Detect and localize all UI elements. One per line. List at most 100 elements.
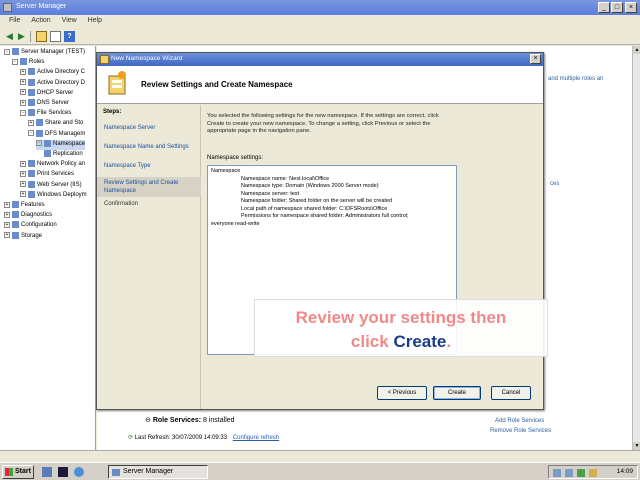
expand-icon[interactable]: + [20, 181, 26, 188]
clock[interactable]: 14:09 [617, 468, 633, 475]
expand-icon[interactable]: + [20, 79, 26, 86]
expand-icon[interactable]: + [4, 232, 10, 239]
tree-item[interactable]: + Share and Sto [28, 119, 83, 129]
start-button[interactable]: Start [2, 465, 34, 479]
callout-line-1: Review your settings then [295, 308, 507, 327]
tree-item[interactable]: Replication [36, 150, 83, 160]
tree-item[interactable]: + Print Services [20, 170, 74, 180]
tree-item[interactable]: - Namespace [36, 139, 86, 150]
network-tray-icon[interactable] [577, 469, 585, 477]
previous-button[interactable]: < Previous [377, 386, 427, 400]
roles-link-fragment[interactable]: ces [550, 181, 559, 187]
collapse-icon[interactable]: - [36, 140, 42, 147]
node-icon [36, 129, 43, 137]
expand-icon[interactable]: + [20, 99, 26, 106]
step-namespace-type[interactable]: Namespace Type [97, 163, 201, 169]
collapse-icon[interactable]: - [4, 48, 10, 55]
tree-item-label: Namespace [53, 140, 86, 147]
tree-item[interactable]: + Configuration [4, 221, 57, 231]
node-icon [20, 58, 27, 66]
add-role-services-link[interactable]: Add Role Services [495, 418, 544, 424]
tree-item-label: Roles [29, 59, 45, 66]
taskbar-server-manager[interactable]: Server Manager [108, 465, 208, 479]
collapse-icon[interactable]: - [20, 109, 26, 116]
expand-icon[interactable]: + [20, 191, 26, 198]
tree-item[interactable]: + Web Server (IIS) [20, 180, 82, 191]
create-button[interactable]: Create [433, 386, 481, 400]
expand-icon[interactable]: + [4, 201, 10, 208]
server-manager-quicklaunch-icon[interactable] [42, 467, 52, 477]
close-button[interactable]: × [625, 2, 637, 13]
configure-refresh-link[interactable]: Configure refresh [233, 435, 279, 441]
tree-item[interactable]: + Storage [4, 231, 43, 242]
step-namespace-name-settings[interactable]: Namespace Name and Settings [97, 144, 201, 150]
setting-line: Namespace name: \\test.local\Office [241, 175, 330, 182]
expand-icon[interactable]: + [20, 89, 26, 96]
collapse-icon[interactable]: - [28, 130, 34, 137]
expand-icon[interactable]: + [20, 160, 26, 167]
taskbar: Start Server Manager 14:09 [0, 462, 640, 480]
wizard-close-button[interactable]: × [530, 54, 541, 64]
node-icon [28, 109, 35, 117]
tree-item-label: Active Directory C [37, 69, 86, 76]
vertical-scrollbar[interactable]: ▲ ▼ [632, 46, 640, 450]
toolbar-separator [30, 31, 31, 42]
expand-icon[interactable]: + [4, 211, 10, 218]
tray-icon[interactable] [553, 469, 561, 477]
node-icon [12, 48, 19, 55]
tree-item[interactable]: + Windows Deploym [20, 190, 87, 201]
scroll-up-icon[interactable]: ▲ [633, 46, 640, 54]
collapse-icon[interactable]: - [12, 58, 18, 65]
last-refresh-text: Last Refresh: 30/07/2009 14:09:33 [134, 435, 228, 441]
windows-logo-icon [5, 468, 13, 476]
minimize-button[interactable]: _ [598, 2, 610, 13]
maximize-button[interactable]: □ [611, 2, 623, 13]
internet-explorer-quicklaunch-icon[interactable] [74, 467, 84, 477]
menu-help[interactable]: Help [79, 15, 102, 24]
node-icon [28, 170, 35, 178]
tree-item[interactable]: + Network Policy an [20, 160, 85, 170]
forward-icon[interactable]: ▶ [16, 31, 27, 42]
main-titlebar[interactable]: Server Manager _ □ × [0, 0, 640, 15]
tree-item[interactable]: + Diagnostics [4, 211, 52, 221]
tree-item[interactable]: + Active Directory D [20, 78, 85, 89]
menu-file[interactable]: File [0, 15, 20, 24]
up-folder-icon[interactable] [36, 31, 47, 42]
step-namespace-server[interactable]: Namespace Server [97, 125, 201, 131]
menu-view[interactable]: View [53, 15, 77, 24]
setting-line: Namespace server: test [241, 190, 300, 197]
tray-icon[interactable] [565, 469, 573, 477]
tutorial-callout: Review your settings then click Create. [254, 299, 548, 357]
powershell-quicklaunch-icon[interactable] [58, 467, 68, 477]
help-icon[interactable]: ? [64, 31, 75, 42]
tree-item[interactable]: - DFS Managem [28, 129, 85, 140]
collapse-icon[interactable]: ⊖ [145, 417, 153, 424]
scroll-down-icon[interactable]: ▼ [633, 442, 640, 450]
back-icon[interactable]: ◀ [4, 31, 15, 42]
tree-item[interactable]: + Active Directory C [20, 68, 85, 78]
expand-icon[interactable]: + [4, 221, 10, 228]
cancel-button[interactable]: Cancel [491, 386, 531, 400]
tree-item[interactable]: + DHCP Server [20, 88, 73, 99]
tree-item[interactable]: - Roles [12, 58, 44, 68]
tree-item-label: Server Manager (TEST) [21, 49, 86, 56]
show-hide-tree-icon[interactable] [50, 31, 61, 42]
role-services-label: Role Services: [152, 417, 202, 424]
tree-item[interactable]: - File Services [20, 109, 71, 119]
tree-item[interactable]: + DNS Server [20, 99, 69, 109]
namespace-icon [100, 55, 109, 64]
node-icon [44, 150, 51, 157]
settings-label: Namespace settings: [207, 155, 264, 161]
horizontal-scrollbar[interactable] [0, 450, 640, 460]
tree-item[interactable]: - Server Manager (TEST) [4, 48, 85, 58]
wizard-button-row: < Previous Create Cancel [377, 386, 547, 402]
tree-item-label: Storage [21, 232, 43, 239]
expand-icon[interactable]: + [28, 119, 34, 126]
node-icon [28, 160, 35, 168]
tree-item[interactable]: + Features [4, 201, 45, 211]
volume-tray-icon[interactable] [589, 469, 597, 477]
expand-icon[interactable]: + [20, 68, 26, 75]
menu-action[interactable]: Action [22, 15, 50, 24]
wizard-titlebar[interactable]: New Namespace Wizard × [97, 53, 543, 66]
expand-icon[interactable]: + [20, 170, 26, 177]
